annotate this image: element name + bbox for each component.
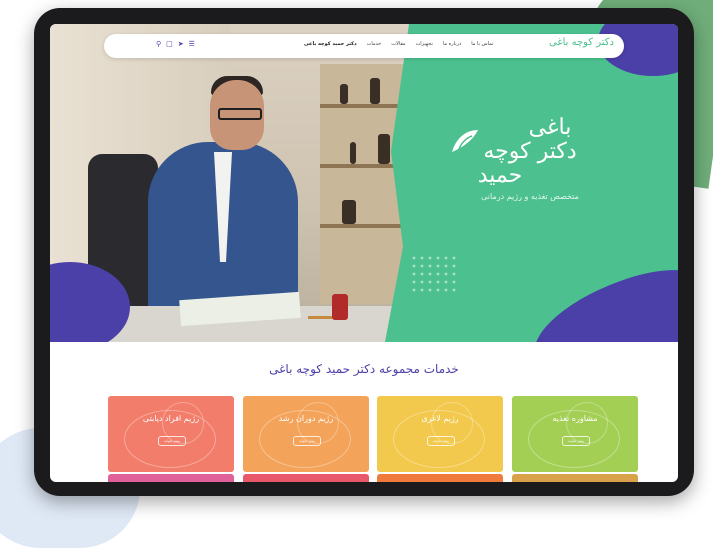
hero-logo: باغی دکتر کوچه حمید متخصص تغذیه و رژیم د… [445, 115, 615, 202]
service-card-growth[interactable]: رژیم دوران رشد بیشتر بخوانید [243, 396, 369, 472]
tablet-screen: باغی دکتر کوچه حمید متخصص تغذیه و رژیم د… [50, 24, 678, 482]
service-cards-second-row [108, 474, 638, 482]
service-card-partial[interactable] [512, 474, 638, 482]
hero-banner: باغی دکتر کوچه حمید متخصص تغذیه و رژیم د… [50, 24, 678, 342]
hero-logo-line: باغی [528, 115, 572, 140]
hero-logo-subtitle: متخصص تغذیه و رژیم درمانی [481, 192, 579, 201]
service-card-diabetic[interactable]: رژیم افراد دیابتی بیشتر بخوانید [108, 396, 234, 472]
service-card-partial[interactable] [377, 474, 503, 482]
navbar: ⚲ □ ➤ ☰ دکتر حمید کوچه باغی خدمات مقالات… [104, 34, 624, 58]
service-card-label: رژیم افراد دیابتی [142, 414, 200, 423]
services-title: خدمات مجموعه دکتر حمید کوچه باغی [269, 362, 459, 376]
read-more-button[interactable]: بیشتر بخوانید [427, 436, 455, 446]
menu-icon[interactable]: ☰ [189, 40, 195, 48]
instagram-icon[interactable]: □ [166, 40, 173, 48]
read-more-button[interactable]: بیشتر بخوانید [158, 436, 186, 446]
doctor-glasses [218, 108, 262, 120]
nav-link-contact[interactable]: تماس با ما [471, 41, 493, 47]
service-card-weight-loss[interactable]: رژیم لاغری بیشتر بخوانید [377, 396, 503, 472]
service-card-label: رژیم دوران رشد [278, 414, 334, 423]
service-card-label: رژیم لاغری [421, 414, 459, 423]
nav-link-articles[interactable]: مقالات [391, 41, 405, 47]
telegram-icon[interactable]: ➤ [178, 40, 184, 48]
dot-pattern [410, 254, 460, 294]
read-more-button[interactable]: بیشتر بخوانید [562, 436, 590, 446]
search-icon[interactable]: ⚲ [156, 40, 161, 48]
nav-link-services[interactable]: خدمات [367, 41, 382, 47]
service-card-partial[interactable] [108, 474, 234, 482]
hero-logo-line: دکتر کوچه [483, 139, 577, 164]
desk-stamp [332, 294, 348, 320]
tablet-frame: باغی دکتر کوچه حمید متخصص تغذیه و رژیم د… [34, 8, 694, 496]
nav-link-home[interactable]: دکتر حمید کوچه باغی [304, 41, 357, 47]
nav-link-about[interactable]: درباره ما [443, 41, 461, 47]
navbar-icons: ⚲ □ ➤ ☰ [156, 40, 195, 48]
navbar-logo[interactable]: دکتر کوچه باغی [549, 37, 614, 48]
navbar-links: دکتر حمید کوچه باغی خدمات مقالات تجهیزات… [304, 41, 493, 47]
service-card-consultation[interactable]: مشاوره تغذیه بیشتر بخوانید [512, 396, 638, 472]
read-more-button[interactable]: بیشتر بخوانید [293, 436, 321, 446]
nav-link-equipment[interactable]: تجهیزات [416, 41, 433, 47]
hero-logo-line: حمید [477, 163, 523, 188]
service-card-partial[interactable] [243, 474, 369, 482]
service-card-label: مشاوره تغذیه [552, 414, 598, 423]
service-cards: رژیم افراد دیابتی بیشتر بخوانید رژیم دور… [108, 396, 638, 472]
